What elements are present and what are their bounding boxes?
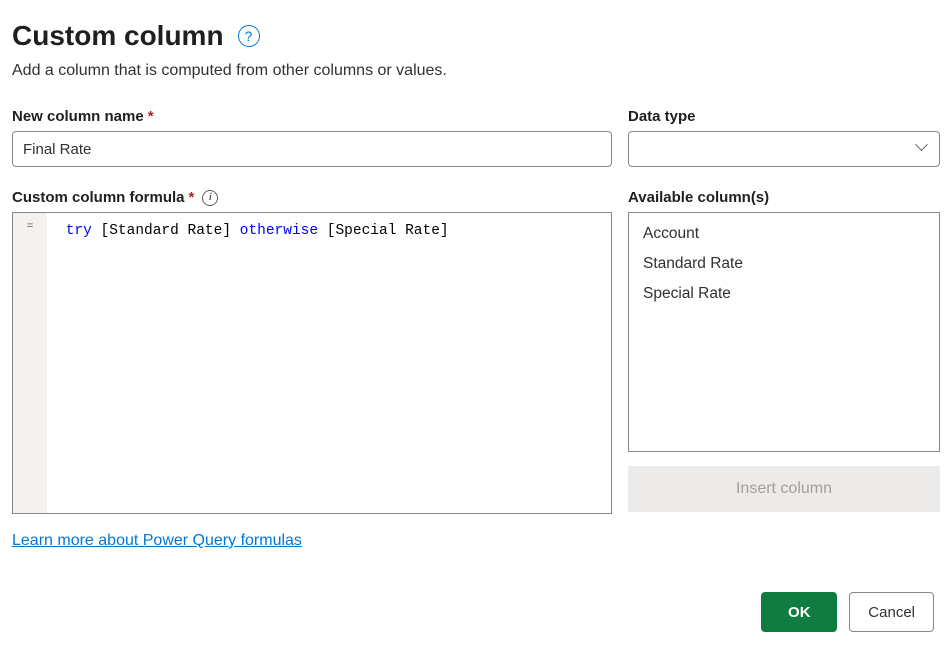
chevron-down-icon (917, 143, 929, 155)
learn-more-link[interactable]: Learn more about Power Query formulas (12, 532, 302, 550)
formula-input[interactable]: try [Standard Rate] otherwise [Special R… (47, 213, 611, 513)
page-title: Custom column (12, 20, 224, 52)
required-asterisk-icon: * (148, 108, 154, 125)
data-type-select[interactable] (628, 131, 940, 167)
insert-column-button[interactable]: Insert column (628, 466, 940, 512)
ok-button[interactable]: OK (761, 592, 837, 632)
list-item[interactable]: Standard Rate (629, 249, 939, 279)
available-columns-list[interactable]: AccountStandard RateSpecial Rate (628, 212, 940, 452)
page-subtitle: Add a column that is computed from other… (12, 62, 940, 80)
info-icon[interactable]: i (202, 190, 218, 206)
data-type-label: Data type (628, 108, 940, 125)
cancel-button[interactable]: Cancel (849, 592, 934, 632)
list-item[interactable]: Account (629, 219, 939, 249)
help-icon[interactable]: ? (238, 25, 260, 47)
required-asterisk-icon: * (189, 189, 195, 206)
column-name-input[interactable] (12, 131, 612, 167)
formula-label: Custom column formula * i (12, 189, 612, 206)
formula-editor[interactable]: = try [Standard Rate] otherwise [Special… (12, 212, 612, 514)
available-columns-label: Available column(s) (628, 189, 940, 206)
formula-gutter: = (13, 213, 47, 513)
column-name-label: New column name * (12, 108, 612, 125)
list-item[interactable]: Special Rate (629, 279, 939, 309)
